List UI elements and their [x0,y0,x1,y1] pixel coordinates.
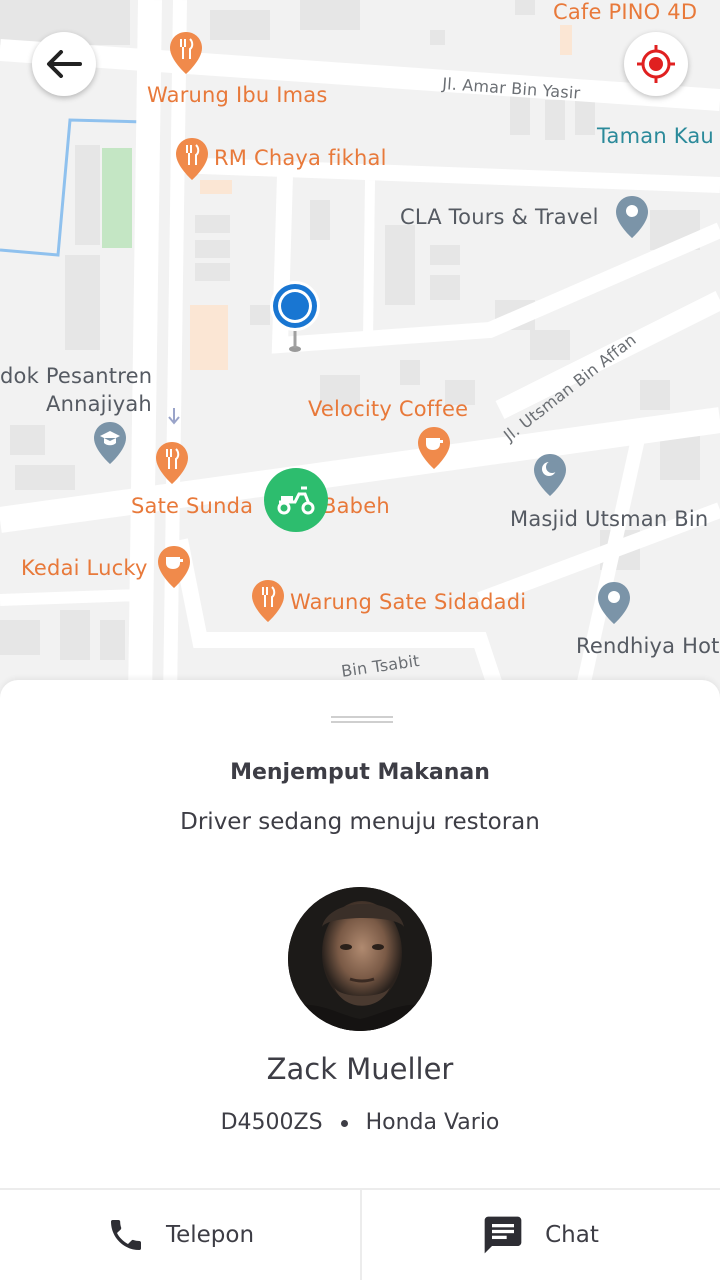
restaurant-pin-icon[interactable] [250,578,286,624]
chat-button-label: Chat [545,1222,599,1248]
poi-label: Kedai Lucky [21,556,148,580]
mosque-pin-icon[interactable] [532,452,568,498]
poi-label: RM Chaya fikhal [214,146,387,170]
call-button-label: Telepon [165,1222,255,1248]
poi-label: Annajiyah [46,392,152,416]
cafe-pin-icon[interactable] [416,425,452,471]
phone-icon [110,1220,141,1250]
drag-handle[interactable] [331,716,393,723]
map-view[interactable]: Cafe PINO 4D Warung Ibu Imas Jl. Amar Bi… [0,0,720,700]
vehicle-model: Honda Vario [365,1110,500,1135]
locate-me-button[interactable] [624,32,688,96]
restaurant-pin-icon[interactable] [168,30,204,76]
order-status-title: Menjemput Makanan [230,760,490,785]
place-pin-icon[interactable] [614,194,650,240]
driver-name: Zack Mueller [266,1052,454,1086]
plate-number: D4500ZS [220,1110,323,1135]
restaurant-pin-icon[interactable] [174,136,210,182]
poi-label: Taman Kau [597,124,714,148]
poi-label: CLA Tours & Travel [400,205,599,229]
scooter-icon [277,486,315,515]
arrow-left-icon [47,50,82,78]
poi-label: Warung Ibu Imas [147,83,328,107]
poi-label: Cafe PINO 4D [553,0,698,24]
school-pin-icon[interactable] [92,420,128,466]
poi-label: Rendhiya Hot [576,634,720,658]
poi-label: Masjid Utsman Bin [510,507,709,531]
driver-avatar [288,887,432,1031]
back-button[interactable] [32,32,96,96]
place-pin-icon[interactable] [596,580,632,626]
user-location-icon [270,281,320,352]
separator-dot [340,1119,348,1127]
poi-label: Sate Sunda [131,494,254,518]
call-button[interactable]: Telepon [0,1190,360,1280]
driver-marker[interactable] [264,468,328,532]
restaurant-pin-icon[interactable] [154,440,190,486]
poi-label: Warung Sate Sidadadi [290,590,527,614]
cafe-pin-icon[interactable] [156,544,192,590]
crosshair-target-icon [637,45,675,83]
poi-label: dok Pesantren [0,364,153,388]
chat-icon [484,1216,522,1254]
vehicle-info: D4500ZS Honda Vario [0,1110,720,1135]
poi-label: Velocity Coffee [308,397,469,421]
chat-button[interactable]: Chat [360,1190,720,1280]
order-status-subtitle: Driver sedang menuju restoran [180,809,540,835]
poi-label: Babeh [322,494,390,518]
bottom-sheet: Menjemput Makanan Driver sedang menuju r… [0,680,720,1280]
